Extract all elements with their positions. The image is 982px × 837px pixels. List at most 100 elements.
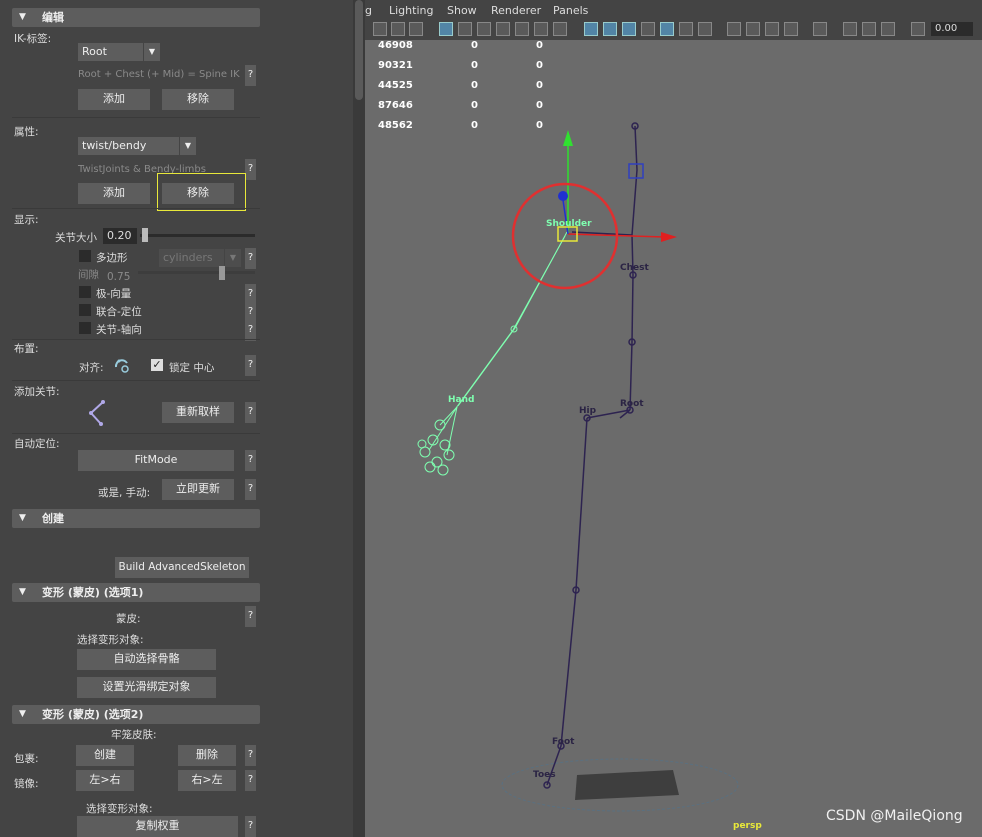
joint-size-label: 关节大小 [55,232,97,244]
dropdown-arrow-icon: ▼ [179,137,196,155]
joint-axis-help-button[interactable]: ? [245,320,256,341]
select-deform-label: 选择变形对象: [77,634,144,646]
joint-axis-label: 关节-轴向 [96,324,142,336]
gap-label: 间隙 [78,269,99,281]
joint-label-toes: Toes [533,770,556,780]
polygon-type-dropdown[interactable]: cylinders ▼ [159,249,241,267]
collapse-triangle-icon: ▼ [19,12,26,22]
add-joint-label: 添加关节: [14,386,60,398]
set-smooth-bind-button[interactable]: 设置光滑绑定对象 [77,677,216,698]
joint-label-foot: Foot [552,737,575,747]
deform2-section-header[interactable]: ▼ 变形 (蒙皮) (选项2) [12,705,260,724]
deform2-header-label: 变形 (蒙皮) (选项2) [42,708,144,721]
attr-add-button[interactable]: 添加 [78,183,150,204]
wrap-delete-button[interactable]: 删除 [178,745,236,766]
fit-locate-checkbox[interactable] [79,304,91,316]
3d-viewport[interactable]: g Lighting Show Renderer Panels 0.00 469… [365,0,982,837]
collapse-triangle-icon: ▼ [19,709,26,719]
skin-label: 蒙皮: [116,613,141,625]
polygon-label: 多边形 [96,252,128,264]
layout-label: 布置: [14,343,39,355]
divider [12,208,260,209]
joint-size-field[interactable]: 0.20 [103,228,137,244]
attr-label: 属性: [14,126,39,138]
resample-button[interactable]: 重新取样 [162,402,234,423]
ik-help-button[interactable]: ? [245,65,256,86]
layout-help-button[interactable]: ? [245,355,256,376]
dropdown-arrow-icon: ▼ [143,43,160,61]
or-manual-label: 或是, 手动: [98,487,151,499]
attr-dropdown[interactable]: twist/bendy ▼ [78,137,196,155]
panel-scrollbar[interactable] [353,0,365,837]
watermark: CSDN @MaileQiong [826,808,963,824]
scrollbar-thumb[interactable] [355,0,363,100]
ik-remove-button[interactable]: 移除 [162,89,234,110]
polygon-help-button[interactable]: ? [245,248,256,269]
cage-label: 牢笼皮肤: [111,729,157,741]
joint-axis-checkbox[interactable] [79,322,91,334]
edit-header-label: 编辑 [42,11,64,24]
update-now-button[interactable]: 立即更新 [162,479,234,500]
gap-slider-handle[interactable] [219,266,225,280]
joint-label-root: Root [620,399,644,409]
magnet-icon[interactable] [112,355,132,375]
ik-hint: Root + Chest (+ Mid) = Spine IK [78,69,240,80]
auto-select-bones-button[interactable]: 自动选择骨骼 [77,649,216,670]
divider [12,117,260,118]
mirror-help-button[interactable]: ? [245,770,256,791]
ik-dropdown[interactable]: Root ▼ [78,43,160,61]
mirror-label: 镜像: [14,778,39,790]
gap-value: 0.75 [107,271,131,283]
build-advancedskeleton-button[interactable]: Build AdvancedSkeleton [115,557,249,578]
copy-weights-help-button[interactable]: ? [245,816,256,837]
highlight-box [157,173,246,211]
create-header-label: 创建 [42,512,64,525]
divider [12,433,260,434]
joint-label-hand: Hand [448,395,475,405]
advanced-skeleton-panel: ▼ 编辑 IK-标签: Root ▼ Root + Chest (+ Mid) … [0,0,353,837]
copy-weights-button[interactable]: 复制权重 [77,816,238,837]
polygon-checkbox[interactable] [79,250,91,262]
update-help-button[interactable]: ? [245,479,256,500]
ik-label: IK-标签: [14,33,52,45]
create-section-header[interactable]: ▼ 创建 [12,509,260,528]
mirror-left-to-right-button[interactable]: 左>右 [76,770,134,791]
align-label: 对齐: [79,362,104,374]
pole-vector-checkbox[interactable] [79,286,91,298]
divider [12,339,260,340]
resample-help-button[interactable]: ? [245,402,256,423]
camera-label: persp [733,821,762,831]
fitmode-button[interactable]: FitMode [78,450,234,471]
display-label: 显示: [14,214,39,226]
joint-chain-icon[interactable] [86,399,108,427]
deform1-section-header[interactable]: ▼ 变形 (蒙皮) (选项1) [12,583,260,602]
skin-help-button[interactable]: ? [245,606,256,627]
lock-center-label: 锁定 中心 [169,362,215,374]
deform1-header-label: 变形 (蒙皮) (选项1) [42,586,144,599]
wrap-create-button[interactable]: 创建 [76,745,134,766]
collapse-triangle-icon: ▼ [19,587,26,597]
fitmode-help-button[interactable]: ? [245,450,256,471]
joint-label-shoulder: Shoulder [546,219,592,229]
select-deform-label-2: 选择变形对象: [86,803,153,815]
pole-vector-label: 极-向量 [96,288,132,300]
fit-locate-label: 联合-定位 [96,306,142,318]
joint-size-slider[interactable] [140,234,255,237]
polygon-type-value: cylinders [163,251,213,264]
wrap-help-button[interactable]: ? [245,745,256,766]
auto-locate-label: 自动定位: [14,438,60,450]
collapse-triangle-icon: ▼ [19,513,26,523]
lock-center-checkbox[interactable]: ✓ [151,359,163,371]
attr-help-button[interactable]: ? [245,159,256,180]
divider [12,380,260,381]
skeleton-scene[interactable] [365,0,982,837]
ground-plane [501,758,739,812]
gap-slider[interactable] [138,271,255,274]
ik-dropdown-value: Root [82,45,107,58]
ik-add-button[interactable]: 添加 [78,89,150,110]
joint-size-slider-handle[interactable] [142,228,148,242]
arm-joint-chain[interactable] [417,231,568,476]
attr-dropdown-value: twist/bendy [82,139,147,152]
mirror-right-to-left-button[interactable]: 右>左 [178,770,236,791]
edit-section-header[interactable]: ▼ 编辑 [12,8,260,27]
